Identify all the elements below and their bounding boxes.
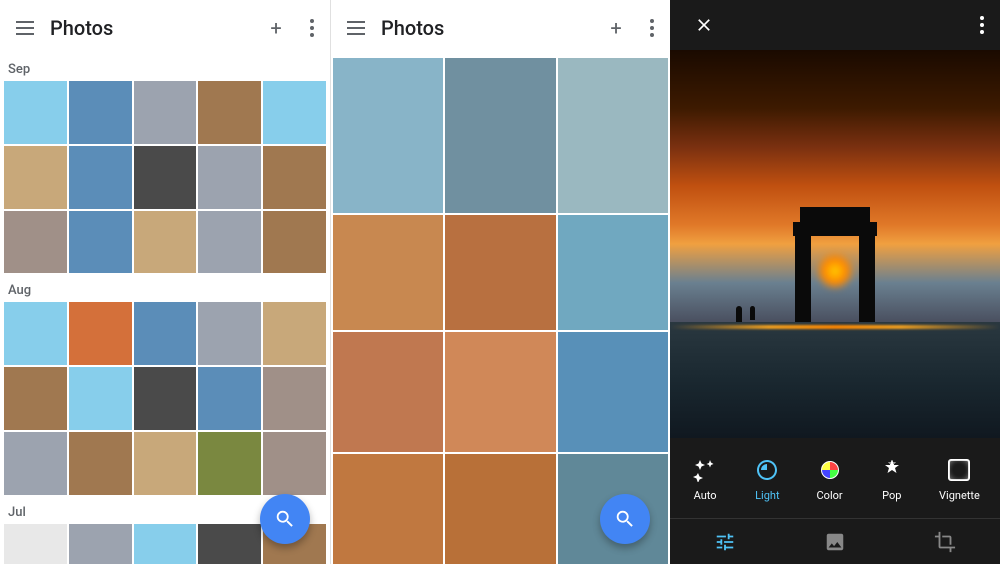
vignette-icon	[944, 455, 974, 485]
mid-thumb[interactable]	[558, 332, 668, 452]
month-aug: Aug	[0, 277, 330, 494]
thumb[interactable]	[69, 432, 132, 495]
editor-header	[670, 0, 1000, 50]
left-panel: Photos + Sep	[0, 0, 330, 564]
light-label: Light	[755, 489, 779, 502]
tool-auto[interactable]: Auto	[682, 451, 728, 506]
mid-header: Photos +	[331, 0, 670, 56]
thumb[interactable]	[134, 367, 197, 430]
thumb[interactable]	[134, 432, 197, 495]
left-more-icon[interactable]	[310, 19, 314, 37]
tool-vignette[interactable]: Vignette	[931, 451, 988, 506]
thumb[interactable]	[198, 302, 261, 365]
left-search-fab[interactable]	[260, 494, 310, 544]
thumb[interactable]	[69, 367, 132, 430]
left-photo-scroll[interactable]: Sep	[0, 56, 330, 564]
thumb[interactable]	[69, 302, 132, 365]
month-sep: Sep	[0, 56, 330, 273]
mid-thumb[interactable]	[558, 58, 668, 213]
thumb[interactable]	[263, 432, 326, 495]
mid-search-fab[interactable]	[600, 494, 650, 544]
left-add-button[interactable]: +	[258, 10, 294, 46]
mid-menu-icon[interactable]	[347, 21, 365, 35]
photo-grid-sep	[0, 81, 330, 273]
thumb[interactable]	[263, 367, 326, 430]
photo-grid-aug	[0, 302, 330, 494]
thumb[interactable]	[4, 432, 67, 495]
sunset-photo	[670, 50, 1000, 438]
thumb[interactable]	[263, 211, 326, 274]
thumb[interactable]	[198, 211, 261, 274]
thumb[interactable]	[198, 432, 261, 495]
thumb[interactable]	[4, 524, 67, 564]
thumb[interactable]	[198, 146, 261, 209]
mid-thumb[interactable]	[445, 215, 555, 330]
editor-more-icon[interactable]	[980, 16, 984, 34]
thumb[interactable]	[69, 81, 132, 144]
light-icon	[752, 455, 782, 485]
tool-color[interactable]: Color	[807, 451, 853, 506]
mid-thumb[interactable]	[333, 215, 443, 330]
thumb[interactable]	[69, 524, 132, 564]
mid-panel: Photos +	[330, 0, 670, 564]
left-title: Photos	[50, 16, 113, 40]
thumb[interactable]	[4, 367, 67, 430]
thumb[interactable]	[134, 146, 197, 209]
thumb[interactable]	[198, 524, 261, 564]
thumb[interactable]	[198, 81, 261, 144]
mid-thumb[interactable]	[333, 454, 443, 564]
mid-grid	[331, 56, 670, 564]
editor-gallery-icon[interactable]	[815, 522, 855, 562]
left-header: Photos +	[0, 0, 330, 56]
pop-label: Pop	[882, 489, 901, 502]
pop-icon	[877, 455, 907, 485]
tool-pop[interactable]: Pop	[869, 451, 915, 506]
thumb[interactable]	[134, 211, 197, 274]
arch-silhouette	[790, 192, 880, 322]
vignette-label: Vignette	[939, 489, 980, 502]
month-label-aug: Aug	[0, 277, 330, 302]
thumb[interactable]	[4, 211, 67, 274]
left-menu-icon[interactable]	[16, 21, 34, 35]
photo-preview	[670, 50, 1000, 438]
editor-panel: Auto Light Color	[670, 0, 1000, 564]
month-label-sep: Sep	[0, 56, 330, 81]
editor-adjust-icon[interactable]	[705, 522, 745, 562]
thumb[interactable]	[198, 367, 261, 430]
thumb[interactable]	[263, 81, 326, 144]
tool-light[interactable]: Light	[744, 451, 790, 506]
mid-thumb[interactable]	[558, 215, 668, 330]
mid-thumb[interactable]	[445, 454, 555, 564]
auto-label: Auto	[694, 489, 717, 502]
thumb[interactable]	[134, 81, 197, 144]
editor-close-button[interactable]	[686, 7, 722, 43]
thumb[interactable]	[4, 146, 67, 209]
editor-crop-icon[interactable]	[925, 522, 965, 562]
thumb[interactable]	[263, 146, 326, 209]
thumb[interactable]	[4, 81, 67, 144]
mid-thumb[interactable]	[333, 332, 443, 452]
thumb[interactable]	[69, 211, 132, 274]
mid-thumb[interactable]	[445, 58, 555, 213]
mid-thumb[interactable]	[333, 58, 443, 213]
auto-icon	[690, 455, 720, 485]
color-label: Color	[817, 489, 843, 502]
mid-add-button[interactable]: +	[598, 10, 634, 46]
editor-tools-bar: Auto Light Color	[670, 438, 1000, 518]
color-icon	[815, 455, 845, 485]
thumb[interactable]	[4, 302, 67, 365]
thumb[interactable]	[134, 524, 197, 564]
thumb[interactable]	[69, 146, 132, 209]
thumb[interactable]	[134, 302, 197, 365]
mid-thumb[interactable]	[445, 332, 555, 452]
editor-bottom-bar	[670, 518, 1000, 564]
thumb[interactable]	[263, 302, 326, 365]
mid-title: Photos	[381, 16, 444, 40]
mid-more-icon[interactable]	[650, 19, 654, 37]
mid-photo-scroll[interactable]	[331, 56, 670, 564]
